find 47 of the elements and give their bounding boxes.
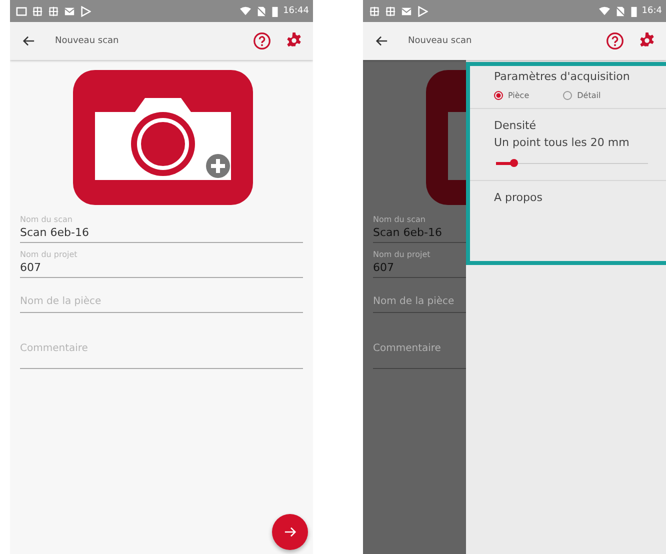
text-field[interactable]: Nom du scan Scan 6eb-16 [20, 215, 303, 243]
field-value: 607 [20, 261, 42, 274]
wifi-icon [598, 6, 610, 16]
mail-icon [401, 6, 412, 16]
play-icon [80, 6, 91, 16]
add-photo-camera-icon[interactable] [73, 70, 253, 205]
section-title: Densité [494, 118, 538, 134]
image-icon [16, 6, 27, 16]
help-icon[interactable] [606, 32, 624, 50]
grid-icon [48, 6, 59, 16]
field-value: Scan 6eb-16 [373, 226, 443, 239]
field-value: Scan 6eb-16 [20, 226, 90, 239]
arrow-right-icon [284, 526, 296, 538]
battery-icon [272, 6, 278, 16]
radio-option[interactable]: Pièce [494, 91, 530, 100]
play-icon [417, 6, 428, 16]
wifi-icon [240, 6, 252, 16]
no-sim-icon [614, 6, 626, 16]
field-label: Nom du projet [20, 250, 78, 259]
field-value: 607 [373, 261, 395, 274]
slider-thumb[interactable] [510, 159, 518, 167]
clock-text: 16:44 [283, 6, 309, 16]
help-icon[interactable] [253, 32, 271, 50]
menu-item[interactable]: A propos [494, 189, 656, 206]
field-placeholder: Nom de la pièce [20, 296, 102, 307]
section-title: Paramètres d'acquisition [494, 69, 631, 85]
back-arrow-icon[interactable] [22, 35, 35, 47]
back-arrow-icon[interactable] [375, 35, 388, 47]
density-reading: Un point tous les 20 mm [494, 135, 630, 151]
field-placeholder: Nom de la pièce [373, 296, 456, 307]
mail-icon [64, 6, 75, 16]
grid-icon [385, 6, 396, 16]
text-field[interactable]: Nom du projet 607 [20, 250, 303, 278]
field-label: Nom du projet [373, 250, 432, 259]
clock-text: 16:4 [642, 6, 662, 16]
next-button[interactable] [272, 514, 308, 550]
field-label: Nom du scan [373, 215, 426, 224]
field-placeholder: Commentaire [20, 343, 89, 354]
radio-option[interactable]: Détail [563, 91, 601, 100]
grid-icon [32, 6, 43, 16]
no-sim-icon [256, 6, 268, 16]
grid-icon [369, 6, 380, 16]
field-label: Nom du scan [20, 215, 74, 224]
field-placeholder: Commentaire [373, 343, 442, 354]
battery-icon [630, 6, 637, 16]
screen-title: Nouveau scan [55, 36, 120, 46]
screen-title: Nouveau scan [408, 36, 473, 46]
